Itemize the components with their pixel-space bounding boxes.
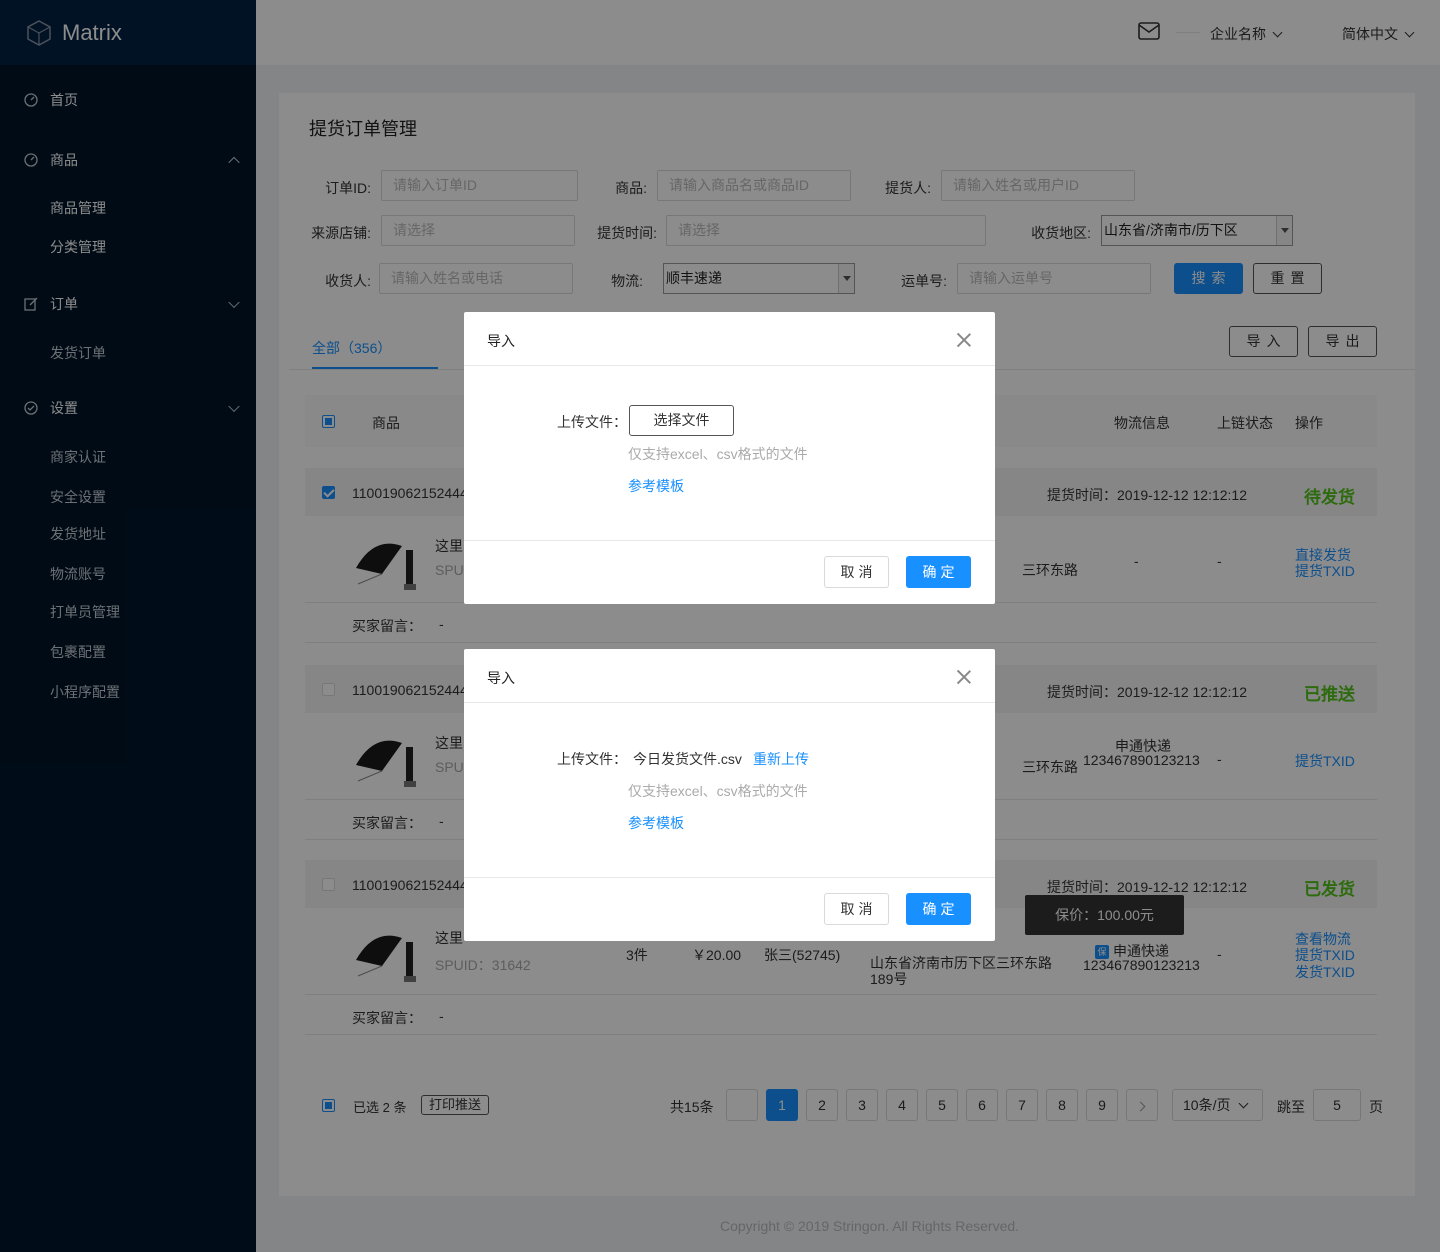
- cancel-button[interactable]: 取消: [824, 556, 889, 588]
- confirm-button[interactable]: 确定: [906, 893, 971, 925]
- modal-footer: 取消 确定: [464, 541, 995, 604]
- import-modal-uploaded: 导入 上传文件： 今日发货文件.csv 重新上传 仅支持excel、csv格式的…: [464, 649, 995, 941]
- upload-hint: 仅支持excel、csv格式的文件: [628, 783, 808, 799]
- modal-body: 上传文件： 今日发货文件.csv 重新上传 仅支持excel、csv格式的文件 …: [464, 703, 995, 878]
- template-link[interactable]: 参考模板: [628, 476, 684, 496]
- upload-label: 上传文件：: [557, 751, 627, 767]
- close-icon[interactable]: [956, 332, 971, 347]
- modal-footer: 取消 确定: [464, 878, 995, 941]
- modal-title: 导入: [487, 670, 515, 686]
- footer-copyright: Copyright © 2019 Stringon. All Rights Re…: [720, 1218, 1020, 1234]
- template-link[interactable]: 参考模板: [628, 813, 684, 833]
- close-icon[interactable]: [956, 669, 971, 684]
- modal-header: 导入: [464, 312, 995, 366]
- modal-mask[interactable]: [0, 0, 1440, 1252]
- cancel-button[interactable]: 取消: [824, 893, 889, 925]
- modal-body: 上传文件： 选择文件 仅支持excel、csv格式的文件 参考模板: [464, 366, 995, 541]
- upload-label: 上传文件：: [557, 414, 627, 430]
- reupload-link[interactable]: 重新上传: [753, 749, 809, 769]
- confirm-button[interactable]: 确定: [906, 556, 971, 588]
- modal-title: 导入: [487, 333, 515, 349]
- import-modal: 导入 上传文件： 选择文件 仅支持excel、csv格式的文件 参考模板 取消 …: [464, 312, 995, 604]
- upload-hint: 仅支持excel、csv格式的文件: [628, 446, 808, 462]
- modal-header: 导入: [464, 649, 995, 703]
- choose-file-button[interactable]: 选择文件: [629, 405, 734, 436]
- uploaded-file-name: 今日发货文件.csv: [633, 751, 742, 767]
